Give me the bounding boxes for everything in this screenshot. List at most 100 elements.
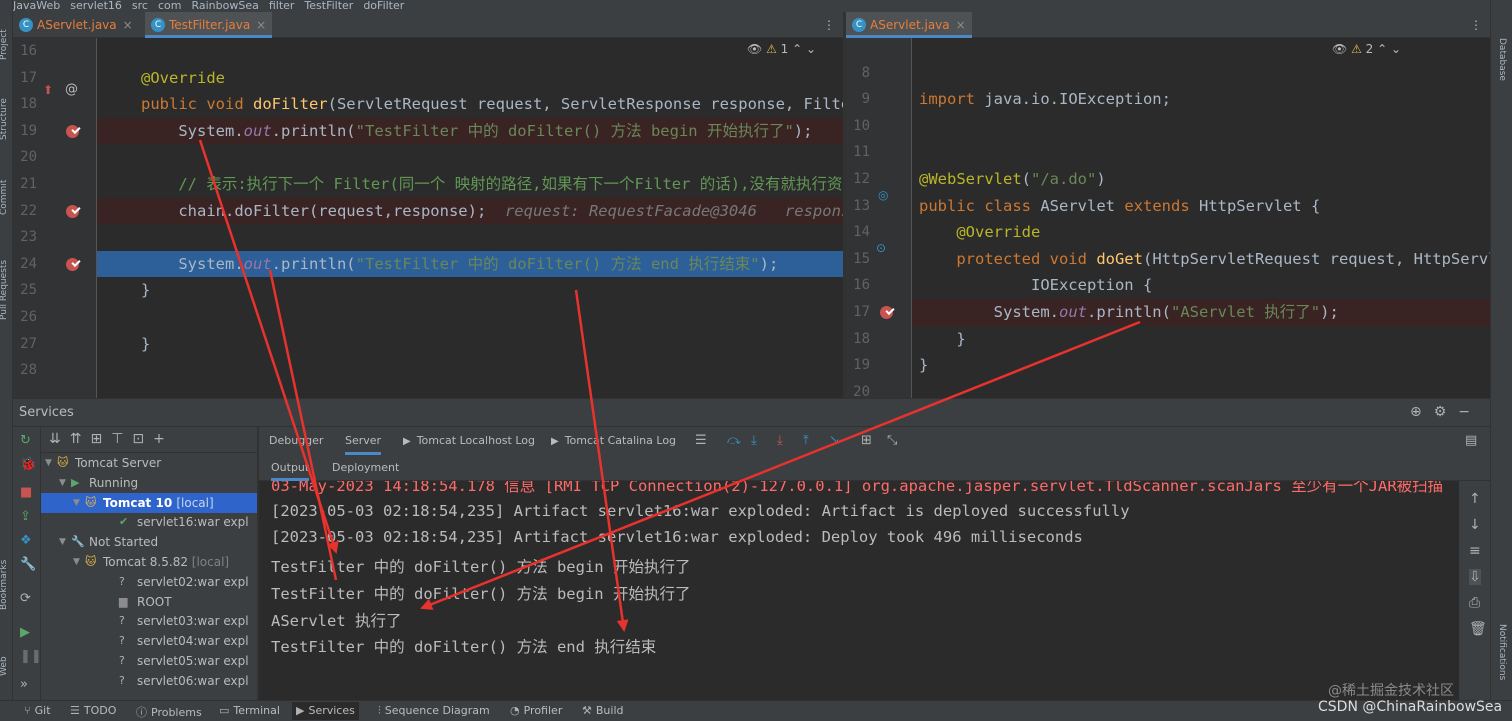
tree-node[interactable]: ? servlet03:war expl bbox=[41, 611, 257, 631]
breadcrumb-item[interactable]: src bbox=[132, 0, 148, 12]
more-tabs-icon[interactable]: ⋮ bbox=[823, 12, 835, 38]
run-to-cursor-icon[interactable]: ↘ bbox=[829, 427, 840, 455]
chevron-down-icon[interactable]: ▼ bbox=[73, 493, 80, 513]
tool-tab-database[interactable]: Database bbox=[1497, 38, 1507, 81]
breadcrumb-item[interactable]: servlet16 bbox=[70, 0, 122, 12]
tab-aservlet-java[interactable]: C AServlet.java × bbox=[13, 12, 139, 38]
code-line[interactable] bbox=[97, 304, 843, 331]
code-line[interactable]: // 表示:执行下一个 Filter(同一个 映射的路径,如果有下一个Filte… bbox=[97, 171, 843, 198]
code-line[interactable]: } bbox=[912, 326, 1490, 353]
chevron-down-icon[interactable]: ▼ bbox=[59, 473, 66, 493]
web-servlet-icon[interactable]: ◎ bbox=[878, 188, 888, 202]
code-line[interactable]: @Override bbox=[912, 219, 1490, 246]
subtab-deployment[interactable]: Deployment bbox=[332, 455, 399, 481]
tree-node[interactable]: ✔ servlet16:war expl bbox=[41, 512, 257, 532]
tree-node[interactable]: ? servlet02:war expl bbox=[41, 572, 257, 592]
code-line[interactable] bbox=[97, 357, 843, 384]
breakpoint-icon[interactable] bbox=[880, 306, 893, 319]
tree-node[interactable]: ▆ ROOT bbox=[41, 592, 257, 612]
tree-node[interactable]: ▼ 🐱 Tomcat 8.5.82 [local] bbox=[41, 552, 257, 572]
arrow-down-icon[interactable]: ↓ bbox=[1469, 517, 1481, 533]
toolbar-item-build[interactable]: ⚒ Build bbox=[582, 704, 624, 717]
stop-icon[interactable]: ■ bbox=[20, 485, 32, 500]
breadcrumb-item[interactable]: doFilter bbox=[363, 0, 404, 12]
tree-node[interactable]: ▼ 🔧 Not Started bbox=[41, 532, 257, 552]
run-icon[interactable]: ▶ bbox=[20, 625, 30, 640]
code-line[interactable] bbox=[912, 113, 1490, 140]
chevron-down-icon[interactable]: ▼ bbox=[59, 532, 66, 552]
code-line[interactable]: public class AServlet extends HttpServle… bbox=[912, 193, 1490, 220]
breadcrumb-item[interactable]: RainbowSea bbox=[191, 0, 258, 12]
code-area-left[interactable]: @Override public void doFilter(ServletReq… bbox=[97, 38, 843, 398]
override-method-icon[interactable]: ⊙ bbox=[876, 241, 886, 255]
debug-icon[interactable]: 🐞 bbox=[20, 457, 36, 472]
code-line[interactable]: chain.doFilter(request,response); reques… bbox=[97, 197, 843, 225]
tool-tab-project[interactable]: Project bbox=[0, 29, 9, 60]
code-line[interactable] bbox=[912, 33, 1490, 60]
breakpoint-icon[interactable] bbox=[66, 204, 79, 218]
force-step-into-icon[interactable]: ⤓ bbox=[777, 427, 783, 455]
tab-server[interactable]: Server bbox=[345, 427, 382, 455]
print-icon[interactable]: ⎙ bbox=[1469, 595, 1480, 611]
toolbar-item-todo[interactable]: ☰ TODO bbox=[70, 704, 116, 717]
tool-tab-notifications[interactable]: Notifications bbox=[1497, 624, 1507, 680]
tool-tab-commit[interactable]: Commit bbox=[0, 180, 9, 215]
code-line[interactable]: protected void doGet(HttpServletRequest … bbox=[912, 246, 1490, 273]
breadcrumb-item[interactable]: TestFilter bbox=[304, 0, 353, 12]
trash-icon[interactable]: 🗑 bbox=[1469, 621, 1487, 637]
expand-more-icon[interactable]: » bbox=[20, 677, 28, 692]
tab-debugger[interactable]: Debugger bbox=[269, 427, 323, 455]
step-over-icon[interactable]: ⤼ bbox=[727, 427, 741, 455]
arrow-up-icon[interactable]: ↑ bbox=[1469, 491, 1481, 507]
artifacts-icon[interactable]: ❖ bbox=[20, 533, 32, 548]
scroll-to-end-icon[interactable]: ⇩ bbox=[1469, 569, 1481, 585]
code-line[interactable] bbox=[97, 224, 843, 251]
breadcrumb-item[interactable]: filter bbox=[269, 0, 295, 12]
toolbar-item-git[interactable]: ⑂ Git bbox=[24, 704, 51, 717]
close-icon[interactable]: × bbox=[123, 12, 133, 38]
implements-method-icon[interactable]: ⬆ bbox=[43, 83, 53, 97]
pause-icon[interactable]: ❚❚ bbox=[20, 649, 42, 664]
code-line[interactable]: System.out.println("TestFilter 中的 doFilt… bbox=[97, 117, 843, 145]
chevron-down-icon[interactable]: ▼ bbox=[73, 552, 80, 572]
code-line[interactable]: public void doFilter(ServletRequest requ… bbox=[97, 91, 843, 118]
code-line[interactable] bbox=[97, 144, 843, 171]
toolbar-item-profiler[interactable]: ◔ Profiler bbox=[510, 704, 562, 717]
tab-tomcat-catalina-log[interactable]: ▶ Tomcat Catalina Log bbox=[551, 427, 676, 455]
deploy-icon[interactable]: ⇪ bbox=[20, 509, 31, 524]
tree-node[interactable]: ? servlet06:war expl bbox=[41, 671, 257, 691]
code-area-right[interactable]: import java.io.IOException; @WebServlet("… bbox=[912, 38, 1490, 398]
subtab-output[interactable]: Output bbox=[271, 455, 310, 481]
breadcrumb-item[interactable]: com bbox=[158, 0, 182, 12]
evaluate-icon[interactable]: ⊞ bbox=[861, 427, 872, 455]
breadcrumb-item[interactable]: JavaWeb bbox=[13, 0, 60, 12]
layout-settings-icon[interactable]: ▤ bbox=[1465, 427, 1477, 455]
tree-node[interactable]: ? servlet05:war expl bbox=[41, 651, 257, 671]
rerun-icon[interactable]: ↻ bbox=[20, 433, 31, 448]
tab-testfilter-java[interactable]: C TestFilter.java × bbox=[145, 12, 273, 38]
toolbar-item-terminal[interactable]: ▭ Terminal bbox=[219, 704, 280, 717]
tree-node[interactable]: ▼ 🐱 Tomcat Server bbox=[41, 453, 257, 473]
tool-tab-web[interactable]: Web bbox=[0, 656, 9, 676]
step-out-icon[interactable]: ⤒ bbox=[803, 427, 809, 455]
refresh-icon[interactable]: ⟳ bbox=[20, 591, 31, 606]
code-line[interactable]: System.out.println("TestFilter 中的 doFilt… bbox=[97, 250, 843, 278]
chevron-down-icon[interactable]: ▼ bbox=[45, 453, 52, 473]
code-line[interactable]: @WebServlet("/a.do") bbox=[912, 166, 1490, 193]
code-line[interactable]: import java.io.IOException; bbox=[912, 86, 1490, 113]
breakpoint-icon[interactable] bbox=[66, 124, 79, 138]
code-line[interactable] bbox=[97, 38, 843, 65]
code-line[interactable] bbox=[912, 60, 1490, 87]
code-line[interactable]: } bbox=[97, 277, 843, 304]
trace-icon[interactable]: ⤡ bbox=[887, 427, 897, 455]
wrench-icon[interactable]: 🔧 bbox=[20, 557, 36, 572]
layout-icon[interactable]: ☰ bbox=[695, 427, 707, 455]
tree-node[interactable]: ▼ ▶ Running bbox=[41, 473, 257, 493]
annotation-icon[interactable]: @ bbox=[65, 82, 78, 97]
tool-tab-bookmarks[interactable]: Bookmarks bbox=[0, 560, 9, 610]
toolbar-item-sequence-diagram[interactable]: ⫶ Sequence Diagram bbox=[378, 704, 490, 718]
step-into-icon[interactable]: ⤓ bbox=[751, 427, 757, 455]
tool-tab-structure[interactable]: Structure bbox=[0, 98, 9, 140]
breakpoint-icon[interactable] bbox=[66, 257, 79, 271]
tab-tomcat-localhost-log[interactable]: ▶ Tomcat Localhost Log bbox=[403, 427, 535, 455]
